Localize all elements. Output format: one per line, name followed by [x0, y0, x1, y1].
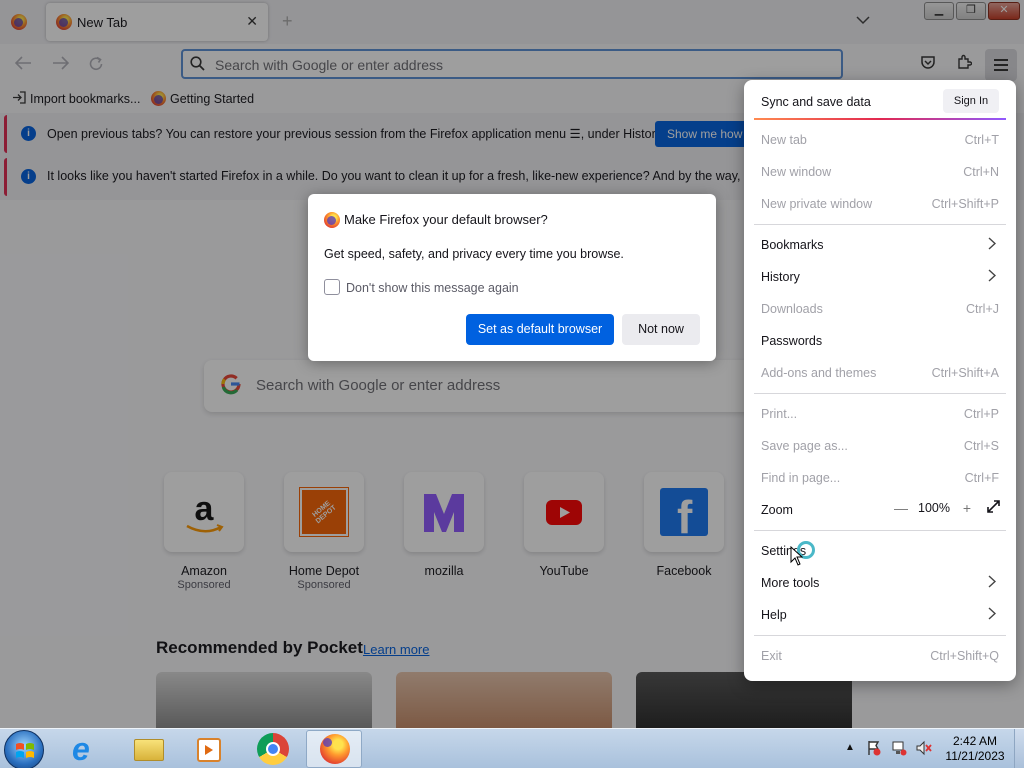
action-center-flag-icon[interactable]	[866, 740, 882, 759]
dont-show-again-checkbox[interactable]	[324, 279, 340, 295]
network-icon[interactable]	[891, 740, 907, 759]
not-now-button[interactable]: Not now	[622, 314, 700, 345]
menu-item-passwords[interactable]: Passwords	[754, 326, 1006, 356]
sign-in-button[interactable]: Sign In	[943, 89, 999, 113]
menu-separator	[754, 635, 1006, 636]
menu-item-label: More tools	[761, 576, 820, 590]
menu-item-label: Save page as...	[761, 439, 848, 453]
menu-item-label: History	[761, 270, 800, 284]
set-default-browser-button[interactable]: Set as default browser	[466, 314, 614, 345]
internet-explorer-icon[interactable]: e	[60, 730, 116, 768]
chevron-right-icon	[988, 269, 997, 285]
fullscreen-icon[interactable]	[980, 500, 1006, 516]
system-clock[interactable]: 2:42 AM 11/21/2023	[940, 734, 1010, 764]
menu-item-label: Downloads	[761, 302, 823, 316]
dialog-body: Get speed, safety, and privacy every tim…	[324, 247, 624, 261]
firefox-logo-icon	[324, 212, 340, 228]
menu-item-shortcut: Ctrl+N	[963, 165, 999, 179]
default-browser-dialog: Make Firefox your default browser? Get s…	[308, 194, 716, 361]
media-player-icon[interactable]	[181, 730, 237, 768]
menu-item-shortcut: Ctrl+J	[966, 302, 999, 316]
menu-item-label: Exit	[761, 649, 782, 663]
menu-item-shortcut: Ctrl+F	[964, 471, 999, 485]
menu-item-label: New tab	[761, 133, 807, 147]
checkbox-label[interactable]: Don't show this message again	[346, 281, 519, 295]
show-desktop-button[interactable]	[1014, 729, 1024, 768]
menu-separator	[754, 224, 1006, 225]
menu-item-shortcut: Ctrl+T	[964, 133, 999, 147]
sync-label: Sync and save data	[761, 95, 871, 109]
menu-item-find-in-page[interactable]: Find in page... Ctrl+F	[754, 463, 1006, 493]
menu-item-label: Add-ons and themes	[761, 366, 877, 380]
menu-item-exit[interactable]: Exit Ctrl+Shift+Q	[754, 641, 1006, 671]
clock-time: 2:42 AM	[952, 734, 998, 748]
menu-item-label: Passwords	[761, 334, 823, 348]
menu-item-shortcut: Ctrl+Shift+Q	[930, 649, 999, 663]
dialog-title: Make Firefox your default browser?	[344, 212, 548, 227]
menu-item-more-tools[interactable]: More tools	[754, 568, 1006, 598]
application-menu: Sync and save data Sign In New tab Ctrl+…	[744, 80, 1016, 681]
chevron-right-icon	[988, 607, 997, 623]
menu-item-label: Help	[761, 608, 787, 622]
menu-item-shortcut: Ctrl+P	[963, 407, 999, 421]
menu-item-label: Print...	[761, 407, 798, 421]
menu-item-downloads[interactable]: Downloads Ctrl+J	[754, 294, 1006, 324]
chevron-right-icon	[988, 575, 997, 591]
zoom-out-button[interactable]: —	[888, 500, 914, 516]
menu-separator	[754, 530, 1006, 531]
mouse-pointer-icon	[790, 545, 804, 569]
menu-item-addons-themes[interactable]: Add-ons and themes Ctrl+Shift+A	[754, 358, 1006, 388]
menu-item-label: New window	[761, 165, 832, 179]
menu-item-save-page[interactable]: Save page as... Ctrl+S	[754, 431, 1006, 461]
zoom-controls: — 100% +	[888, 500, 1006, 516]
menu-item-zoom: Zoom — 100% +	[754, 495, 1006, 525]
menu-item-new-tab[interactable]: New tab Ctrl+T	[754, 125, 1006, 155]
chrome-icon[interactable]	[245, 730, 301, 768]
menu-item-label: Find in page...	[761, 471, 841, 485]
menu-separator	[754, 393, 1006, 394]
menu-item-shortcut: Ctrl+Shift+A	[931, 366, 999, 380]
file-explorer-folder-icon[interactable]	[121, 730, 177, 768]
sync-divider	[754, 118, 1006, 120]
zoom-in-button[interactable]: +	[954, 500, 980, 516]
menu-item-new-window[interactable]: New window Ctrl+N	[754, 157, 1006, 187]
menu-item-label: Bookmarks	[761, 238, 824, 252]
firefox-taskbar-icon[interactable]	[306, 730, 362, 768]
firefox-logo-icon	[320, 734, 350, 764]
menu-item-label: New private window	[761, 197, 873, 211]
menu-item-shortcut: Ctrl+Shift+P	[931, 197, 999, 211]
chevron-right-icon	[988, 237, 997, 253]
menu-item-shortcut: Ctrl+S	[963, 439, 999, 453]
menu-item-print[interactable]: Print... Ctrl+P	[754, 399, 1006, 429]
menu-item-bookmarks[interactable]: Bookmarks	[754, 230, 1006, 260]
menu-item-history[interactable]: History	[754, 262, 1006, 292]
windows-start-button[interactable]	[4, 730, 44, 768]
menu-item-label: Zoom	[761, 503, 793, 517]
clock-date: 11/21/2023	[945, 749, 1005, 763]
zoom-reset-button[interactable]: 100%	[914, 501, 954, 515]
windows-taskbar: e ▲ 2:42 AM 11/21/2023	[0, 728, 1024, 768]
show-hidden-icons-arrow-icon[interactable]: ▲	[845, 742, 855, 753]
menu-item-new-private-window[interactable]: New private window Ctrl+Shift+P	[754, 189, 1006, 219]
menu-item-help[interactable]: Help	[754, 600, 1006, 630]
volume-muted-icon[interactable]	[916, 740, 932, 759]
